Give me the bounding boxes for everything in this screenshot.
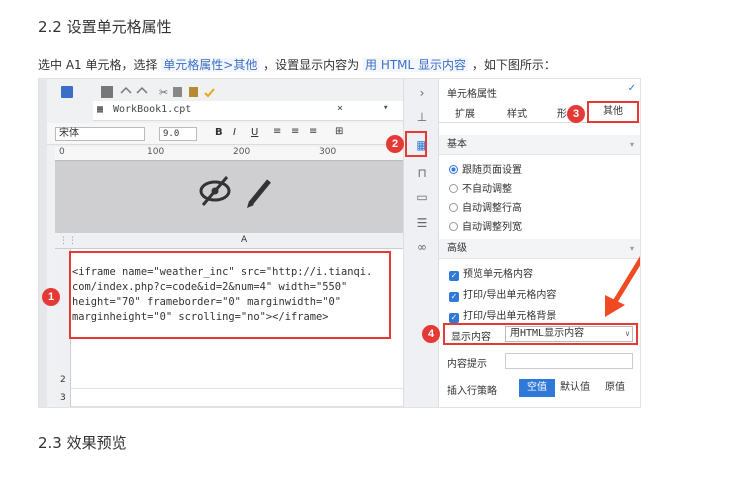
next-section-heading: 2.3 效果预览 [38,434,127,452]
designer-screenshot: ✂ ▦ WorkBook1.cpt × ▾ 宋体 9.0 B I U ≡ ≡ ≡… [38,78,641,408]
text: ，设置显示内容为 [259,58,363,72]
link-html-display[interactable]: 用 HTML 显示内容 [363,58,469,72]
link-cell-attr[interactable]: 单元格属性>其他 [161,58,260,72]
instruction-paragraph: 选中 A1 单元格，选择 单元格属性>其他 ，设置显示内容为 用 HTML 显示… [38,56,556,73]
section-heading: 2.2 设置单元格属性 [38,18,172,36]
annotation-arrow [605,256,640,317]
text: 选中 A1 单元格，选择 [38,58,162,72]
text: ，如下图所示： [468,58,556,72]
